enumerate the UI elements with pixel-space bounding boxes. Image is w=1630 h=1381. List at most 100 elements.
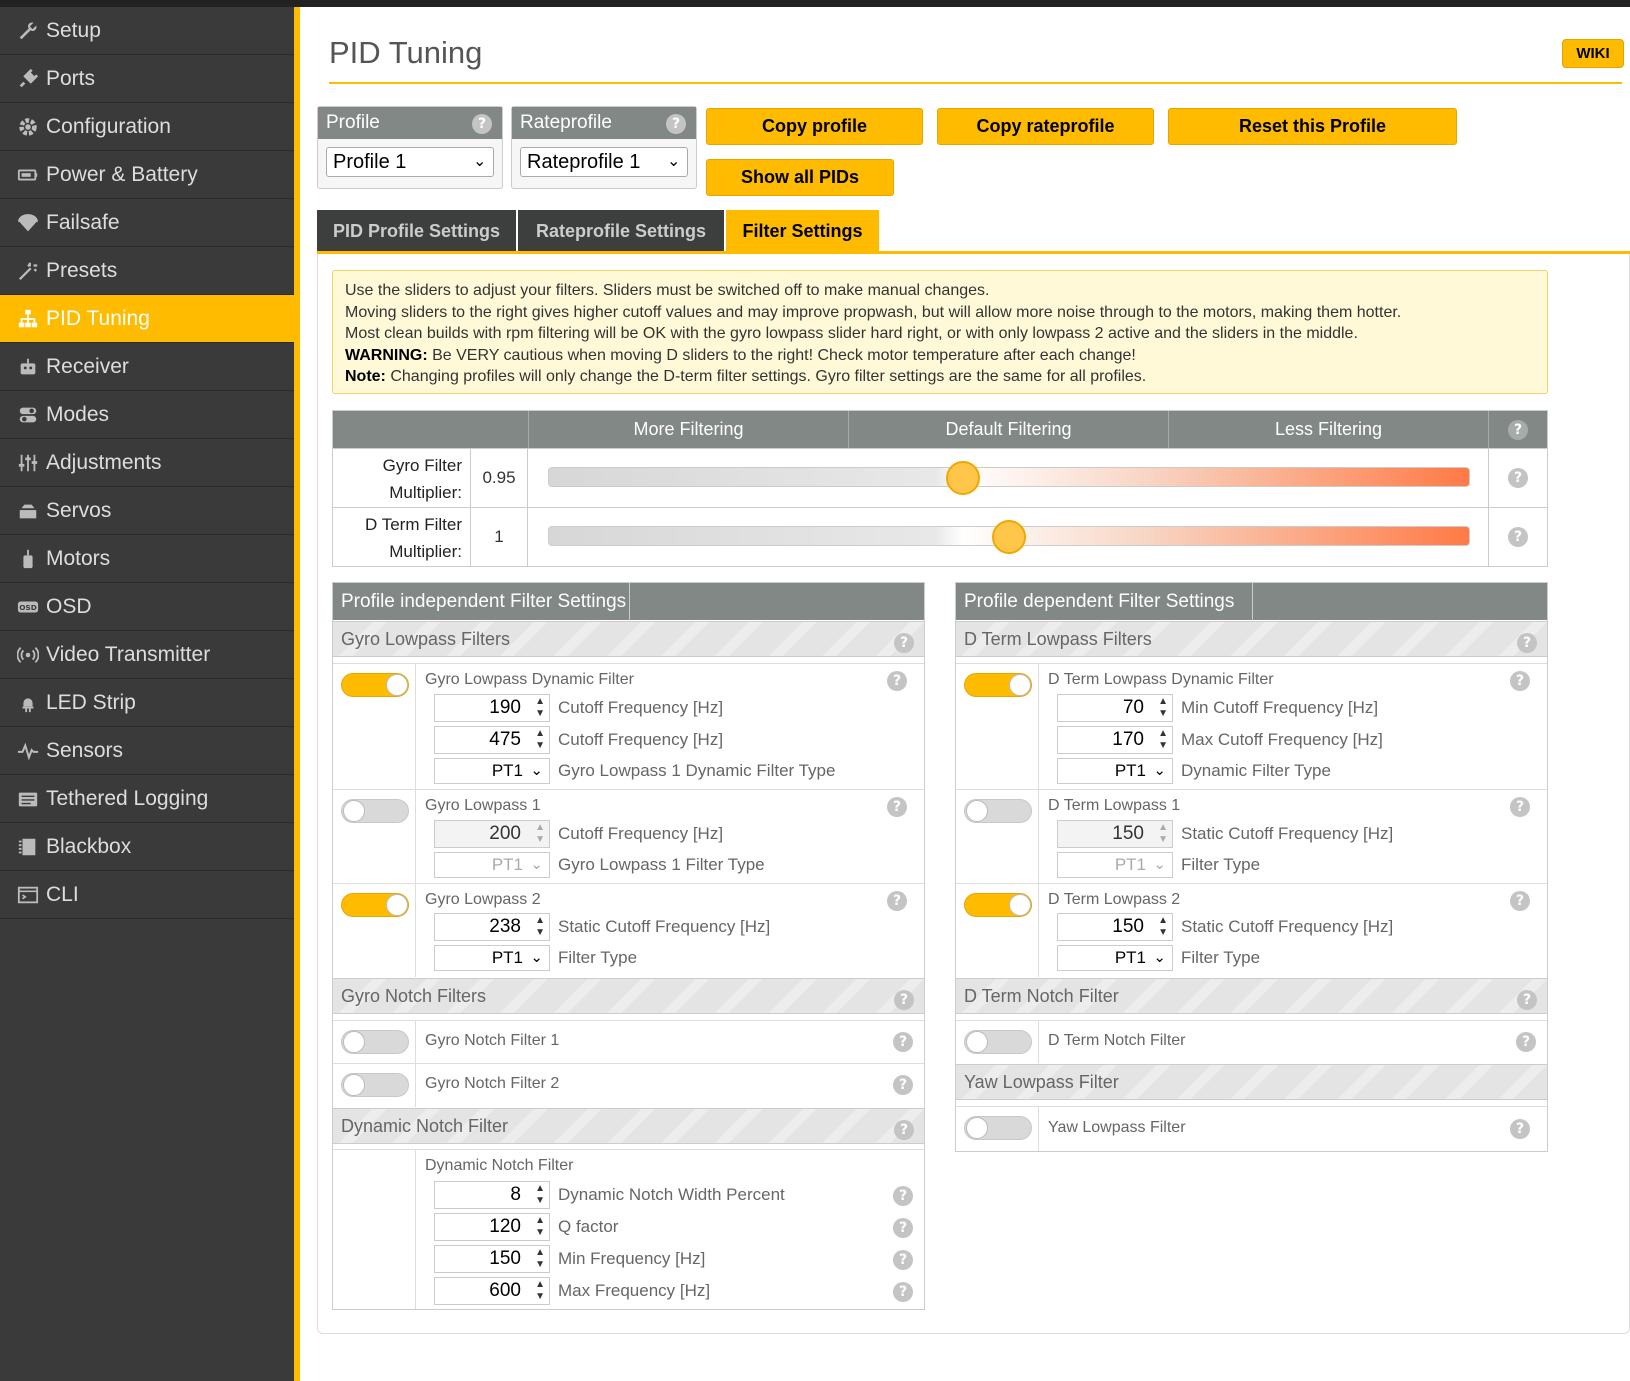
spinner-icon[interactable]: ▲ ▼ [535,1279,545,1303]
help-icon[interactable]: ? [893,1186,913,1206]
gyro-dyn-min-input[interactable]: 190 ▲ ▼ [434,694,550,722]
spinner-icon[interactable]: ▲ ▼ [535,728,545,752]
sidebar-item-setup[interactable]: Setup [0,7,294,55]
gyro-lp1-type-select[interactable]: PT1 ⌄ [434,852,550,878]
sidebar-item-tethered-logging[interactable]: Tethered Logging [0,775,294,823]
section-header: D Term Notch Filter? [956,978,1547,1014]
gyro-lowpass-2-toggle[interactable] [341,893,409,917]
help-icon[interactable]: ? [887,797,907,817]
dterm-lowpass-dynamic-toggle[interactable] [964,673,1032,697]
dterm-lowpass-1-toggle[interactable] [964,799,1032,823]
help-icon[interactable]: ? [1508,527,1528,547]
dterm-lp1-type-select[interactable]: PT1 ⌄ [1057,852,1173,878]
help-icon[interactable]: ? [894,633,914,653]
help-icon[interactable]: ? [887,671,907,691]
spinner-icon[interactable]: ▲ ▼ [535,696,545,720]
dterm-lp1-cutoff-input[interactable]: 150 ▲ ▼ [1057,820,1173,848]
help-icon[interactable]: ? [1508,419,1528,440]
rateprofile-select[interactable]: Rateprofile 1 [520,147,688,177]
dterm-lowpass-2-toggle[interactable] [964,893,1032,917]
sidebar-item-video-transmitter[interactable]: Video Transmitter [0,631,294,679]
sidebar-item-failsafe[interactable]: Failsafe [0,199,294,247]
spinner-icon[interactable]: ▲ ▼ [535,1183,545,1207]
gyro-slider-thumb[interactable] [945,461,980,495]
help-icon[interactable]: ? [666,114,686,134]
sidebar-item-sensors[interactable]: Sensors [0,727,294,775]
dterm-dyn-max-input[interactable]: 170 ▲ ▼ [1057,726,1173,754]
gyro-lp1-cutoff-input[interactable]: 200 ▲ ▼ [434,820,550,848]
spinner-icon[interactable]: ▲ ▼ [1158,728,1168,752]
dterm-dyn-min-input[interactable]: 70 ▲ ▼ [1057,694,1173,722]
copy-rateprofile-button[interactable]: Copy rateprofile [937,108,1154,145]
gyro-lowpass-1-toggle[interactable] [341,799,409,823]
help-icon[interactable]: ? [894,990,914,1010]
help-icon[interactable]: ? [1517,633,1537,653]
input-value: 200 [489,823,521,844]
gyro-notch-2-toggle[interactable] [341,1073,409,1097]
sidebar-item-ports[interactable]: Ports [0,55,294,103]
dyn-notch-min-input[interactable]: 150 ▲ ▼ [434,1245,550,1273]
dyn-notch-q-input[interactable]: 120 ▲ ▼ [434,1213,550,1241]
sidebar-item-pid-tuning[interactable]: PID Tuning [0,295,294,343]
copy-profile-button[interactable]: Copy profile [706,108,923,145]
help-icon[interactable]: ? [893,1250,913,1270]
help-icon[interactable]: ? [893,1075,913,1095]
help-icon[interactable]: ? [1516,1032,1536,1052]
sidebar-item-modes[interactable]: Modes [0,391,294,439]
servo-icon [14,497,42,525]
spinner-icon[interactable]: ▲ ▼ [1158,696,1168,720]
sidebar-item-power-battery[interactable]: Power & Battery [0,151,294,199]
show-all-pids-button[interactable]: Show all PIDs [706,159,894,196]
yaw-lowpass-toggle[interactable] [964,1116,1032,1140]
gyro-slider-track[interactable] [548,467,1470,487]
dyn-notch-width-input[interactable]: 8 ▲ ▼ [434,1181,550,1209]
gyro-lp2-cutoff-input[interactable]: 238 ▲ ▼ [434,913,550,941]
spinner-icon[interactable]: ▲ ▼ [535,1215,545,1239]
wiki-button[interactable]: WIKI [1562,39,1624,68]
sidebar-item-osd[interactable]: OSD OSD [0,583,294,631]
dterm-notch-toggle[interactable] [964,1030,1032,1054]
dterm-lp2-type-select[interactable]: PT1 ⌄ [1057,945,1173,971]
dterm-slider-thumb[interactable] [992,520,1026,554]
gyro-lp2-type-select[interactable]: PT1 ⌄ [434,945,550,971]
dterm-dyn-type-select[interactable]: PT1 ⌄ [1057,758,1173,784]
spinner-icon[interactable]: ▲ ▼ [1158,915,1168,939]
dterm-lp2-cutoff-input[interactable]: 150 ▲ ▼ [1057,913,1173,941]
sidebar-item-configuration[interactable]: Configuration [0,103,294,151]
spinner-icon[interactable]: ▲ ▼ [535,1247,545,1271]
gyro-notch-1-toggle[interactable] [341,1030,409,1054]
sidebar-item-blackbox[interactable]: Blackbox [0,823,294,871]
help-icon[interactable]: ? [893,1282,913,1302]
help-icon[interactable]: ? [1510,671,1530,691]
sidebar-item-presets[interactable]: Presets [0,247,294,295]
help-icon[interactable]: ? [1517,990,1537,1010]
gyro-dyn-type-select[interactable]: PT1 ⌄ [434,758,550,784]
sidebar-item-adjustments[interactable]: Adjustments [0,439,294,487]
help-icon[interactable]: ? [887,891,907,911]
spinner-icon[interactable]: ▲ ▼ [1158,822,1168,846]
sidebar-item-led-strip[interactable]: LED Strip [0,679,294,727]
gyro-lowpass-dynamic-toggle[interactable] [341,673,409,697]
tab-pid-profile-settings[interactable]: PID Profile Settings [317,210,516,252]
help-icon[interactable]: ? [893,1218,913,1238]
help-icon[interactable]: ? [894,1120,914,1140]
help-icon[interactable]: ? [1508,468,1528,488]
help-icon[interactable]: ? [1510,797,1530,817]
help-icon[interactable]: ? [1510,1119,1530,1139]
spinner-icon[interactable]: ▲ ▼ [535,915,545,939]
dyn-notch-max-input[interactable]: 600 ▲ ▼ [434,1277,550,1305]
help-icon[interactable]: ? [893,1032,913,1052]
tab-filter-settings[interactable]: Filter Settings [726,210,879,252]
sidebar-item-receiver[interactable]: Receiver [0,343,294,391]
help-icon[interactable]: ? [1510,891,1530,911]
sidebar-item-cli[interactable]: CLI [0,871,294,919]
help-icon[interactable]: ? [472,114,492,134]
reset-profile-button[interactable]: Reset this Profile [1168,108,1457,145]
gyro-dyn-max-input[interactable]: 475 ▲ ▼ [434,726,550,754]
sidebar-item-motors[interactable]: Motors [0,535,294,583]
blackbox-icon [14,833,42,861]
tab-rateprofile-settings[interactable]: Rateprofile Settings [518,210,724,252]
profile-select[interactable]: Profile 1 [326,147,494,177]
sidebar-item-servos[interactable]: Servos [0,487,294,535]
spinner-icon[interactable]: ▲ ▼ [535,822,545,846]
